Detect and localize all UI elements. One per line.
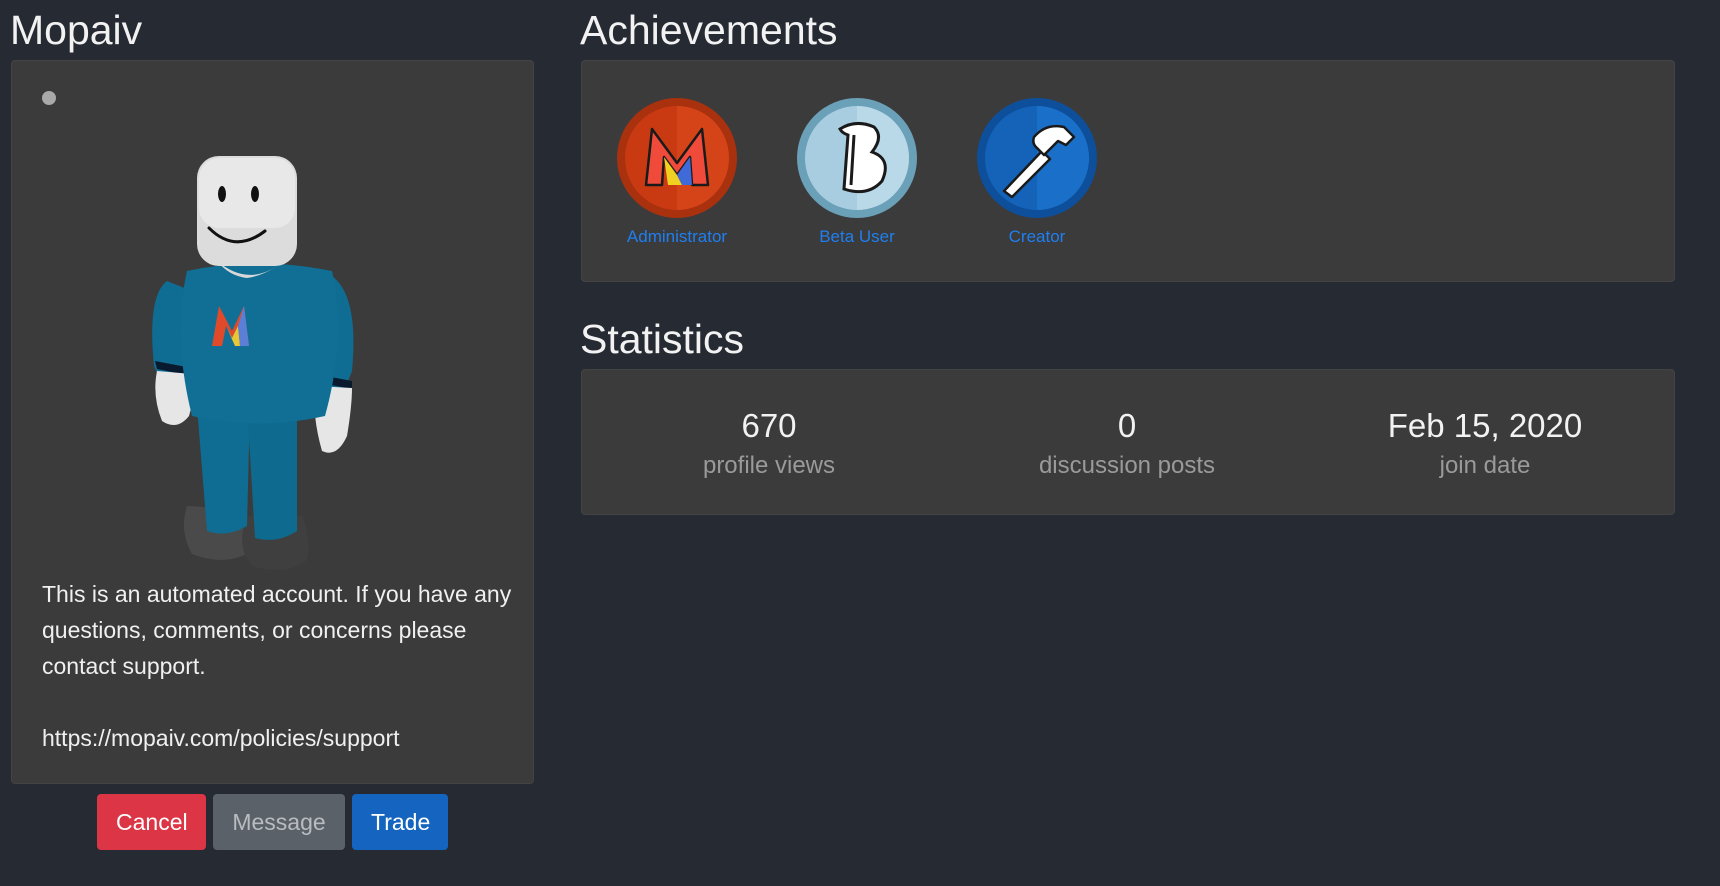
online-status-indicator	[42, 91, 56, 105]
stat-profile-views-label: profile views	[702, 452, 836, 479]
stat-join-date-value: Feb 15, 2020	[1387, 407, 1583, 444]
stat-discussion-posts: 0 discussion posts	[977, 406, 1277, 486]
achievement-beta-user[interactable]: Beta User	[782, 97, 932, 247]
achievement-administrator-label[interactable]: Administrator	[602, 227, 752, 247]
profile-page: Mopaiv This is an automated account. If …	[0, 0, 1720, 886]
achievements-title: Achievements	[580, 7, 838, 53]
blurb-support-link: https://mopaiv.com/policies/support	[42, 725, 400, 751]
achievement-creator[interactable]: Creator	[962, 97, 1112, 247]
cancel-button[interactable]: Cancel	[97, 794, 206, 850]
trade-button[interactable]: Trade	[352, 794, 448, 850]
profile-blurb: This is an automated account. If you hav…	[42, 576, 512, 756]
profile-username: Mopaiv	[10, 7, 143, 53]
statistics-title: Statistics	[580, 316, 745, 362]
stat-join-date: Feb 15, 2020 join date	[1335, 406, 1635, 486]
profile-card: This is an automated account. If you hav…	[11, 60, 534, 784]
profile-actions: Cancel Message Trade	[97, 794, 448, 850]
creator-hammer-badge-icon	[977, 98, 1097, 218]
stat-join-date-label: join date	[1439, 452, 1531, 479]
achievement-administrator[interactable]: Administrator	[602, 97, 752, 247]
beta-user-badge-icon	[797, 98, 917, 218]
administrator-badge-icon	[617, 98, 737, 218]
achievements-panel: Administrator Beta User Creator	[581, 60, 1675, 282]
avatar-3d-render	[152, 156, 354, 570]
stat-discussion-posts-value: 0	[1117, 407, 1137, 444]
stat-profile-views: 670 profile views	[619, 406, 919, 486]
message-button[interactable]: Message	[213, 794, 345, 850]
achievement-creator-label[interactable]: Creator	[962, 227, 1112, 247]
blurb-text: This is an automated account. If you hav…	[42, 581, 512, 679]
achievement-beta-user-label[interactable]: Beta User	[782, 227, 932, 247]
stat-discussion-posts-label: discussion posts	[1038, 452, 1216, 479]
statistics-panel: 670 profile views 0 discussion posts Feb…	[581, 369, 1675, 515]
stat-profile-views-value: 670	[741, 407, 797, 444]
